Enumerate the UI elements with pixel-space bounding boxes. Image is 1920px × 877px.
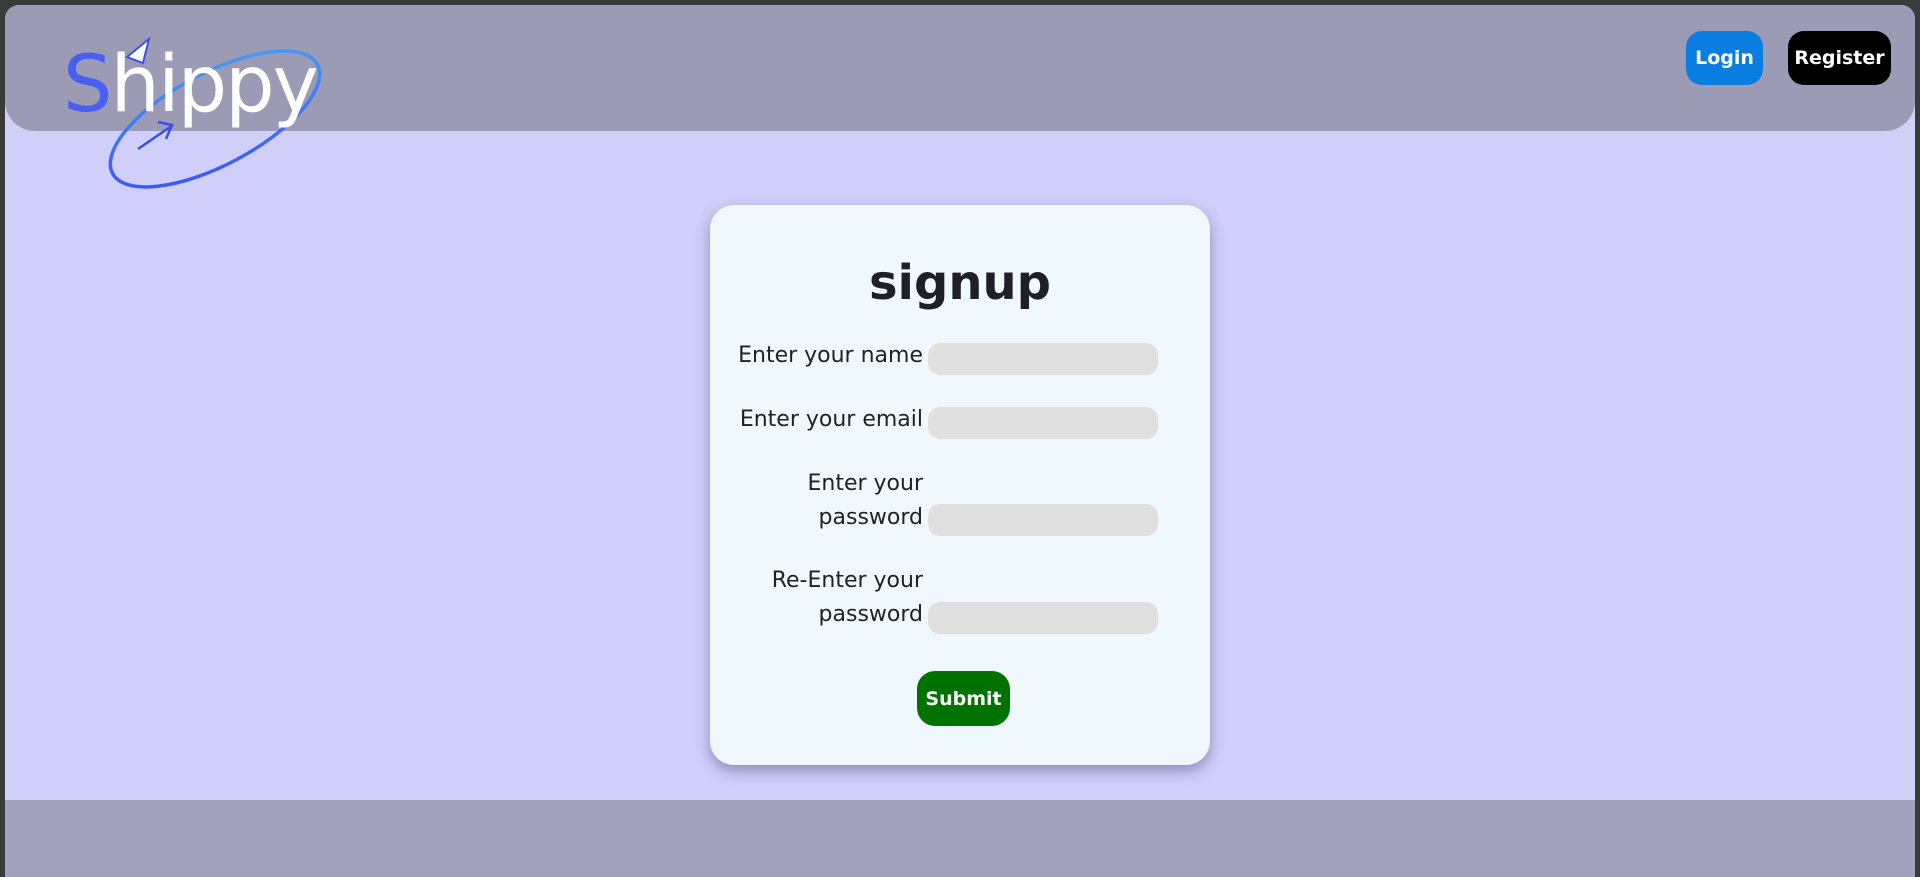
form-title: signup	[868, 255, 1052, 311]
confirm-password-label-line2: password	[818, 602, 923, 627]
logo-wordmark: Shippy	[63, 35, 319, 135]
page-frame: Login Register Shippy signup Enter your …	[5, 5, 1915, 877]
confirm-password-input[interactable]	[928, 602, 1158, 634]
name-input[interactable]	[928, 343, 1158, 375]
email-label: Enter your email	[723, 403, 923, 437]
password-label-line1: Enter your	[807, 471, 923, 496]
submit-button[interactable]: Submit	[917, 671, 1010, 726]
register-button[interactable]: Register	[1788, 31, 1891, 85]
name-label-text: Enter your name	[738, 343, 923, 368]
confirm-password-label: Re-Enter your password	[723, 564, 923, 632]
login-button[interactable]: Login	[1686, 31, 1763, 85]
name-label: Enter your name	[723, 339, 923, 373]
password-label-line2: password	[818, 505, 923, 530]
logo[interactable]: Shippy	[55, 35, 345, 200]
email-input[interactable]	[928, 407, 1158, 439]
email-label-text: Enter your email	[739, 407, 923, 432]
password-label: Enter your password	[723, 467, 923, 535]
logo-letter-s: S	[63, 40, 112, 130]
password-input[interactable]	[928, 504, 1158, 536]
signup-card: signup Enter your name Enter your email …	[710, 205, 1210, 765]
logo-letters-rest: hippy	[110, 40, 319, 130]
footer-bar	[5, 800, 1915, 877]
confirm-password-label-line1: Re-Enter your	[771, 568, 923, 593]
